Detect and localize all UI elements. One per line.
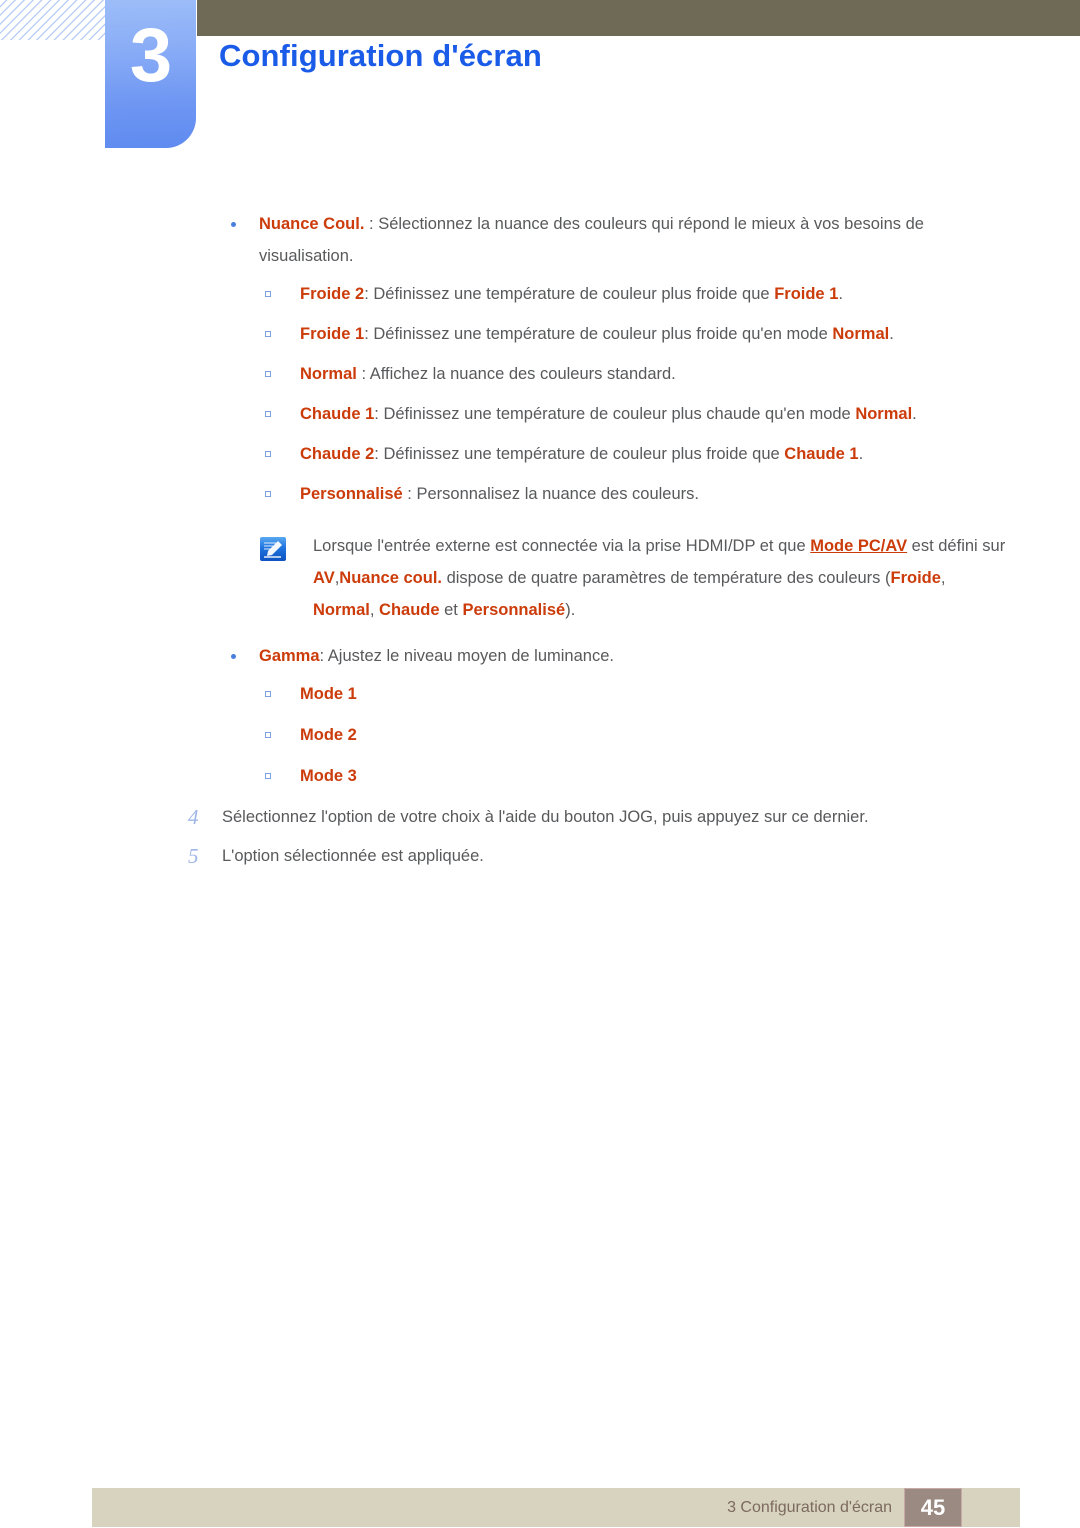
list-item-froide-2: Froide 2: Définissez une température de …: [0, 278, 1080, 310]
header-olive-bar: [197, 0, 1080, 36]
page-number-box: 45: [904, 1488, 962, 1527]
ref-froide-1: Normal: [832, 325, 890, 343]
term-froide-1: Froide 1: [300, 325, 365, 343]
page-title: Configuration d'écran: [219, 38, 542, 73]
term-normal: Normal: [300, 365, 357, 383]
tail-chaude-1: .: [912, 405, 917, 423]
step-number-4: 4: [188, 805, 199, 829]
list-item-mode-2: Mode 2: [0, 719, 1080, 751]
label-mode-2: Mode 2: [300, 726, 357, 744]
bullet-square-icon: [265, 491, 271, 497]
term-chaude-1: Chaude 1: [300, 405, 375, 423]
list-item-nuance-coul: Nuance Coul. : Sélectionnez la nuance de…: [0, 208, 1080, 272]
tail-froide-1: .: [889, 325, 894, 343]
footer-chapter-label: 3 Configuration d'écran: [727, 1499, 892, 1516]
page-number: 45: [920, 1495, 946, 1520]
note-term-av: AV: [313, 569, 335, 587]
step-number-5: 5: [188, 844, 199, 868]
tail-froide-2: .: [838, 285, 843, 303]
text-froide-1: : Définissez une température de couleur …: [364, 325, 833, 343]
term-gamma: Gamma: [259, 647, 320, 665]
ref-chaude-1: Normal: [855, 405, 913, 423]
corner-hatch-decoration: [0, 0, 108, 40]
ref-froide-2: Froide 1: [774, 285, 839, 303]
list-item-gamma: Gamma: Ajustez le niveau moyen de lumina…: [0, 640, 1080, 672]
step-item-5: 5 L'option sélectionnée est appliquée.: [0, 840, 1080, 872]
page-header: 3 Configuration d'écran: [0, 0, 1080, 150]
note-text-part-4: dispose de quatre paramètres de températ…: [442, 569, 891, 587]
bullet-square-icon: [265, 451, 271, 457]
page-footer: 3 Configuration d'écran 45: [92, 1488, 1020, 1527]
term-chaude-2: Chaude 2: [300, 445, 375, 463]
term-froide-2: Froide 2: [300, 285, 365, 303]
label-mode-3: Mode 3: [300, 767, 357, 785]
text-personnalise: : Personnalisez la nuance des couleurs.: [402, 485, 699, 503]
bullet-dot-icon: [231, 654, 236, 659]
note-term-nuance-coul: Nuance coul.: [339, 569, 442, 587]
note-text-part-1: Lorsque l'entrée externe est connectée v…: [313, 537, 811, 555]
bullet-square-icon: [265, 773, 271, 779]
bullet-dot-icon: [231, 222, 236, 227]
text-froide-2: : Définissez une température de couleur …: [364, 285, 775, 303]
text-chaude-2: : Définissez une température de couleur …: [374, 445, 785, 463]
note-pencil-icon: [259, 536, 287, 562]
bullet-square-icon: [265, 732, 271, 738]
note-callout: Lorsque l'entrée externe est connectée v…: [0, 530, 1080, 626]
bullet-square-icon: [265, 411, 271, 417]
ref-chaude-2: Chaude 1: [784, 445, 859, 463]
list-item-chaude-2: Chaude 2: Définissez une température de …: [0, 438, 1080, 470]
term-nuance-coul: Nuance Coul.: [259, 215, 365, 233]
bullet-square-icon: [265, 291, 271, 297]
note-text-part-5: ,: [940, 569, 946, 587]
term-personnalise: Personnalisé: [300, 485, 403, 503]
note-term-normal: Normal: [313, 601, 370, 619]
chapter-tab: 3: [105, 0, 196, 148]
text-gamma: : Ajustez le niveau moyen de luminance.: [319, 647, 614, 665]
page-content: Nuance Coul. : Sélectionnez la nuance de…: [0, 208, 1080, 879]
note-text-part-2: est défini sur: [907, 537, 1006, 555]
chapter-number: 3: [129, 13, 172, 98]
step-text-5: L'option sélectionnée est appliquée.: [222, 847, 484, 865]
list-item-personnalise: Personnalisé : Personnalisez la nuance d…: [0, 478, 1080, 510]
note-term-chaude: Chaude: [379, 601, 440, 619]
bullet-square-icon: [265, 371, 271, 377]
note-text-part-7: et: [439, 601, 463, 619]
label-mode-1: Mode 1: [300, 685, 357, 703]
step-text-4: Sélectionnez l'option de votre choix à l…: [222, 808, 869, 826]
note-text-part-6: ,: [369, 601, 380, 619]
list-item-chaude-1: Chaude 1: Définissez une température de …: [0, 398, 1080, 430]
list-item-mode-3: Mode 3: [0, 760, 1080, 792]
bullet-square-icon: [265, 331, 271, 337]
note-term-froide: Froide: [890, 569, 941, 587]
text-normal: : Affichez la nuance des couleurs standa…: [356, 365, 676, 383]
note-link-mode-pc-av[interactable]: Mode PC/AV: [810, 537, 907, 555]
tail-chaude-2: .: [858, 445, 864, 463]
text-chaude-1: : Définissez une température de couleur …: [374, 405, 856, 423]
note-text-part-8: ).: [565, 601, 576, 619]
list-item-mode-1: Mode 1: [0, 678, 1080, 710]
note-term-personnalise: Personnalisé: [462, 601, 566, 619]
list-item-normal: Normal : Affichez la nuance des couleurs…: [0, 358, 1080, 390]
bullet-square-icon: [265, 691, 271, 697]
step-item-4: 4 Sélectionnez l'option de votre choix à…: [0, 801, 1080, 833]
list-item-froide-1: Froide 1: Définissez une température de …: [0, 318, 1080, 350]
